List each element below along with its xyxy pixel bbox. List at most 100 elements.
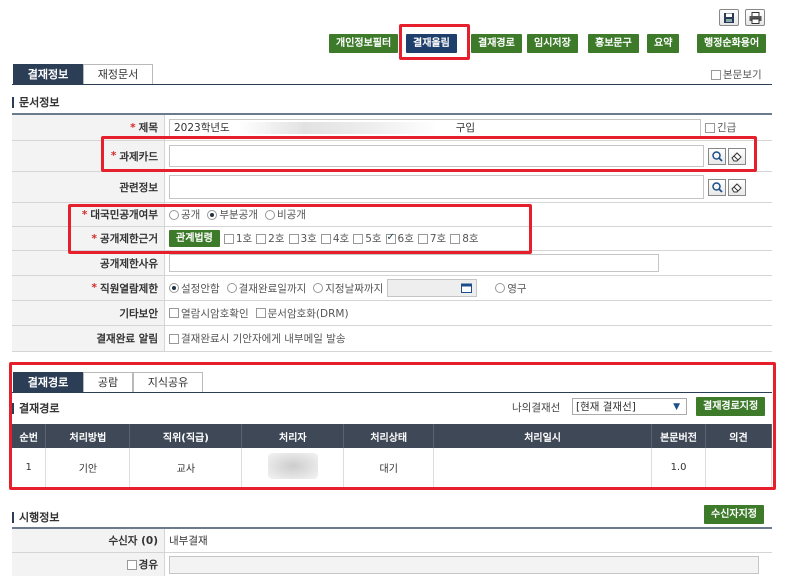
restrict-5[interactable]: 5호 (353, 231, 382, 246)
exec-section-title: 시행정보 (12, 512, 59, 523)
urgent-checkbox[interactable] (705, 122, 715, 133)
cell-status: 대기 (343, 448, 435, 489)
staff-option-until-complete[interactable]: 결재완료일까지 (226, 281, 306, 296)
exec-form: 수신자 (0) 내부결재 경유 (12, 527, 772, 576)
cell-position: 교사 (129, 448, 243, 489)
my-route-select[interactable]: [현재 결재선] ▼ (572, 398, 687, 415)
col-handler: 처리자 (241, 424, 345, 448)
print-icon (749, 11, 761, 24)
eraser-icon (731, 151, 742, 161)
redacted-handler (267, 453, 318, 480)
restrict-2[interactable]: 2호 (256, 231, 285, 246)
row-restrict: *공개제한근거 관계법령 1호 2호 3호 4호 5호 6호 7호 8호 (12, 227, 772, 251)
via-label: 경유 (12, 553, 165, 576)
show-body-toggle[interactable]: 본문보기 (711, 67, 762, 82)
notify-option[interactable]: 결재완료시 기안자에게 내부메일 발송 (169, 331, 346, 346)
restrict-reason-input[interactable] (169, 254, 659, 272)
tab-underline (12, 84, 772, 85)
row-receiver: 수신자 (0) 내부결재 (12, 529, 772, 553)
restrict-8[interactable]: 8호 (450, 231, 479, 246)
restrict-1[interactable]: 1호 (223, 231, 252, 246)
col-no: 순번 (12, 424, 47, 448)
search-icon (711, 181, 723, 193)
related-input[interactable] (169, 175, 704, 199)
promo-text-button[interactable]: 홍보문구 (588, 34, 639, 53)
submit-approval-button[interactable]: 결재올림 (406, 34, 457, 53)
doc-info-title: 문서정보 (12, 97, 59, 108)
col-datetime: 처리일시 (433, 424, 653, 448)
staff-date-input[interactable] (387, 279, 478, 297)
urgent-label: 긴급 (717, 122, 737, 134)
public-label: * 대국민공개여부 (12, 203, 165, 226)
cell-datetime (433, 448, 653, 489)
tab-knowledge[interactable]: 지식공유 (133, 372, 203, 392)
via-input[interactable] (169, 555, 759, 574)
tab-route[interactable]: 결재경로 (13, 372, 83, 392)
restrict-7[interactable]: 7호 (417, 231, 446, 246)
restrict-6[interactable]: 6호 (385, 231, 414, 246)
row-related: 관련정보 (12, 172, 772, 203)
restrict-3[interactable]: 3호 (288, 231, 317, 246)
public-option-closed[interactable]: 비공개 (264, 207, 306, 222)
cell-handler (241, 448, 345, 489)
row-security: 기타보안 열람시암호확인 문서암호화(DRM) (12, 301, 772, 326)
save-icon-button[interactable] (719, 9, 739, 26)
related-clear-button[interactable] (728, 178, 746, 196)
security-label: 기타보안 (12, 301, 165, 325)
security-drm-option[interactable]: 문서암호화(DRM) (255, 306, 349, 321)
col-opinion: 의견 (705, 424, 772, 448)
table-row[interactable]: 1 기안 교사 대기 1.0 (12, 448, 772, 489)
cell-opinion (705, 448, 772, 489)
admin-terms-button[interactable]: 행정순화용어 (697, 34, 767, 53)
row-restrict-reason: 공개제한사유 (12, 251, 772, 276)
approval-route-button[interactable]: 결재경로 (471, 34, 522, 53)
row-public: * 대국민공개여부 공개 부분공개 비공개 (12, 203, 772, 227)
title-input[interactable]: 2023학년도 구입 (169, 118, 701, 137)
cell-method: 기안 (45, 448, 131, 489)
show-body-checkbox[interactable] (711, 69, 721, 80)
task-card-label: * 과제카드 (12, 141, 165, 171)
temp-save-button[interactable]: 임시저장 (527, 34, 578, 53)
cell-version: 1.0 (651, 448, 706, 489)
restrict-4[interactable]: 4호 (320, 231, 349, 246)
calendar-icon[interactable] (461, 283, 473, 293)
via-checkbox[interactable] (126, 559, 137, 570)
notify-label: 결재완료 알림 (12, 326, 165, 351)
staff-label: * 직원열람제한 (12, 276, 165, 300)
staff-option-forever[interactable]: 영구 (495, 281, 527, 296)
task-card-clear-button[interactable] (728, 147, 746, 165)
grid-header-row: 순번 처리방법 직위(직급) 처리자 처리상태 처리일시 본문버전 의견 (12, 424, 772, 448)
row-notify: 결재완료 알림 결재완료시 기안자에게 내부메일 발송 (12, 326, 772, 352)
staff-option-none[interactable]: 설정안함 (169, 281, 220, 296)
staff-option-until-date[interactable]: 지정날짜까지 (313, 281, 383, 296)
receiver-value: 내부결재 (169, 535, 208, 547)
tab-approval-info[interactable]: 결재정보 (13, 64, 83, 84)
public-option-open[interactable]: 공개 (169, 207, 200, 222)
task-card-input[interactable] (169, 145, 704, 167)
receiver-assign-button[interactable]: 수신자지정 (704, 505, 764, 524)
col-method: 처리방법 (45, 424, 131, 448)
public-option-partial[interactable]: 부분공개 (207, 207, 258, 222)
summary-button[interactable]: 요약 (647, 34, 680, 53)
cell-no: 1 (12, 448, 47, 489)
route-grid: 순번 처리방법 직위(직급) 처리자 처리상태 처리일시 본문버전 의견 1 기… (12, 424, 772, 489)
row-title: * 제목 2023학년도 구입 긴급 (12, 115, 772, 141)
route-assign-button[interactable]: 결재경로지정 (696, 397, 766, 416)
security-password-option[interactable]: 열람시암호확인 (169, 306, 249, 321)
related-label: 관련정보 (12, 172, 165, 202)
redacted-title (237, 121, 438, 134)
tab-circulation[interactable]: 공람 (83, 372, 133, 392)
related-search-button[interactable] (708, 178, 726, 196)
col-version: 본문버전 (651, 424, 706, 448)
chevron-down-icon: ▼ (673, 401, 680, 412)
law-button[interactable]: 관계법령 (169, 230, 220, 247)
privacy-filter-button[interactable]: 개인정보필터 (329, 34, 399, 53)
row-staff-restrict: * 직원열람제한 설정안함 결재완료일까지 지정날짜까지 영구 (12, 276, 772, 301)
show-body-label: 본문보기 (723, 69, 762, 81)
my-route-value: [현재 결재선] (576, 401, 636, 413)
doc-info-form: * 제목 2023학년도 구입 긴급 * 과제카드 관련정보 * 대국민공개여부… (12, 113, 772, 352)
print-icon-button[interactable] (745, 9, 765, 26)
task-card-search-button[interactable] (708, 147, 726, 165)
restrict-reason-label: 공개제한사유 (12, 251, 165, 275)
tab-finance-doc[interactable]: 재정문서 (83, 64, 153, 84)
